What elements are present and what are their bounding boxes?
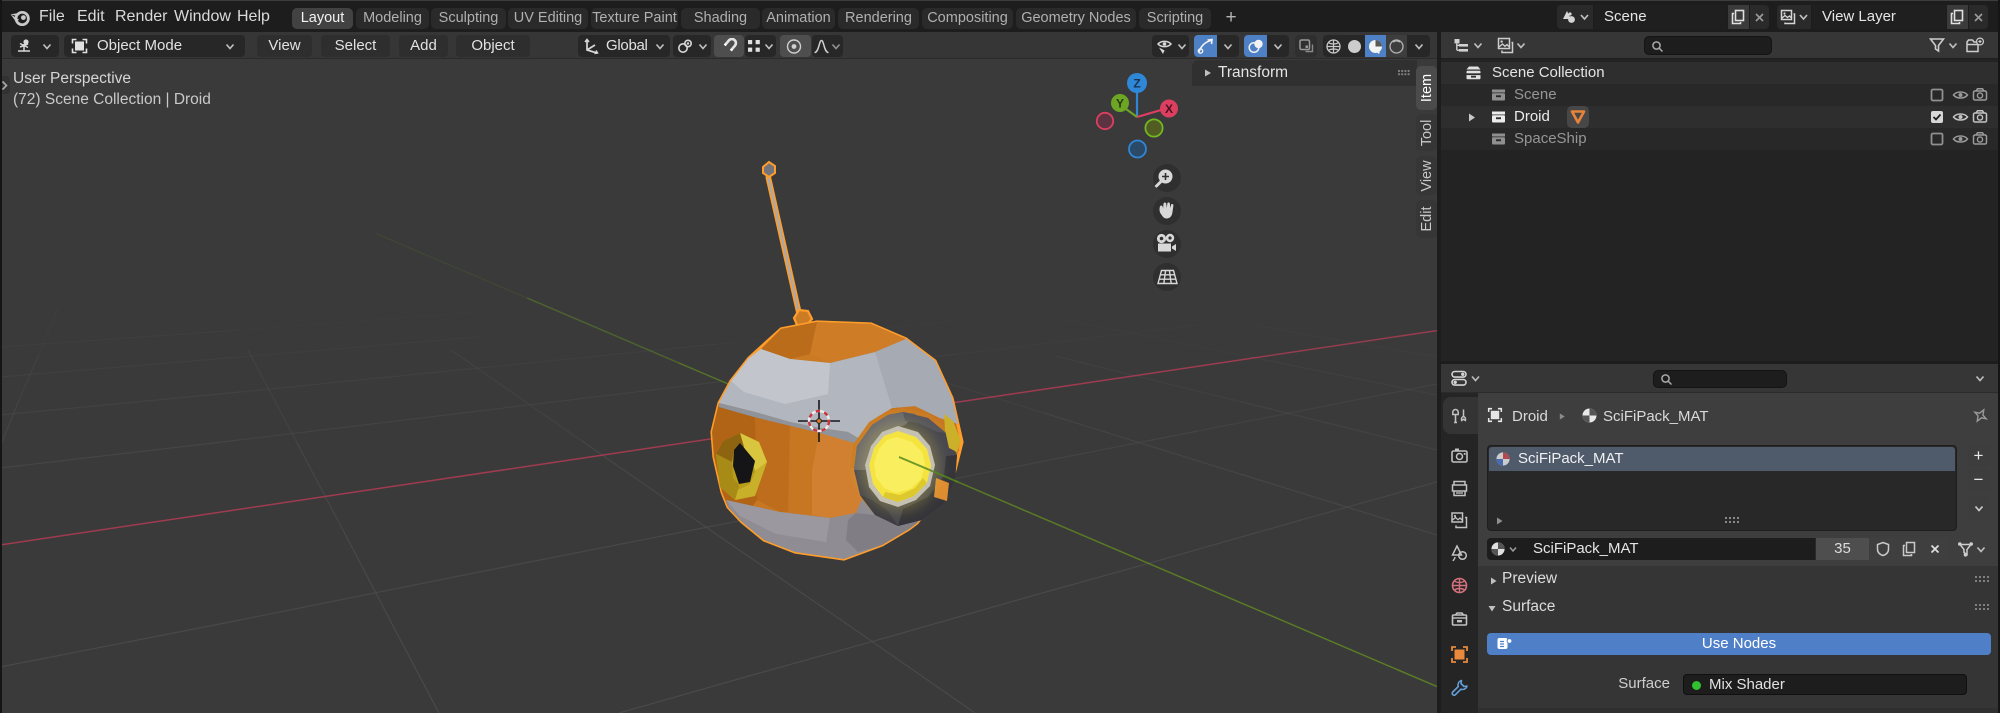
- svg-text:X: X: [1165, 102, 1173, 116]
- svg-text:Y: Y: [1116, 97, 1124, 111]
- svg-text:Z: Z: [1133, 77, 1140, 91]
